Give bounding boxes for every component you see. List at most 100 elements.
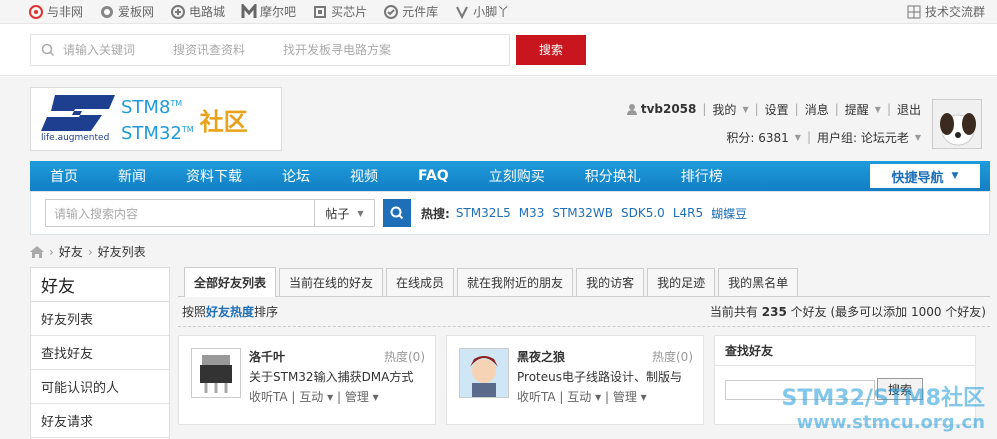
friend-name[interactable]: 洛千叶 bbox=[249, 348, 285, 365]
tab-online-friends[interactable]: 当前在线的好友 bbox=[279, 268, 384, 296]
manage-menu[interactable]: 管理 bbox=[613, 390, 637, 404]
site-logo[interactable]: life.augmented STM8TM STM32TM 社区 bbox=[30, 87, 282, 151]
nav-news[interactable]: 新闻 bbox=[98, 161, 166, 191]
friend-avatar[interactable] bbox=[191, 348, 241, 398]
messages-link[interactable]: 消息 bbox=[805, 101, 829, 118]
footprint-icon bbox=[456, 6, 468, 19]
manage-menu[interactable]: 管理 bbox=[345, 390, 369, 404]
hot-keyword[interactable]: STM32L5 bbox=[456, 206, 511, 220]
friend-status[interactable]: 关于STM32输入捕获DMA方式 bbox=[249, 368, 413, 385]
tech-group-link[interactable]: 技术交流群 bbox=[907, 3, 985, 20]
usergroup-link[interactable]: 用户组: 论坛元老 bbox=[817, 129, 909, 146]
friend-card: 黑夜之狼 热度(0) Proteus电子线路设计、制版与 收听TA | 互动 ▾… bbox=[446, 335, 704, 425]
watermark: STM32/STM8社区 www.stmcu.org.cn bbox=[781, 386, 985, 433]
hot-keyword[interactable]: SDK5.0 bbox=[621, 206, 665, 220]
nav-forum[interactable]: 论坛 bbox=[262, 161, 330, 191]
friend-card: 洛千叶 热度(0) 关于STM32输入捕获DMA方式 收听TA | 互动 ▾ |… bbox=[178, 335, 436, 425]
site-link-component[interactable]: 元件库 bbox=[383, 3, 438, 20]
caret-down-icon: ▼ bbox=[951, 171, 959, 181]
hot-keyword[interactable]: L4R5 bbox=[673, 206, 703, 220]
sort-by-heat-link[interactable]: 好友热度 bbox=[206, 305, 254, 319]
breadcrumb: › 好友 › 好友列表 bbox=[30, 243, 146, 260]
forum-search-input[interactable]: 请输入搜索内容 bbox=[45, 199, 315, 227]
hot-search: 热搜: STM32L5 M33 STM32WB SDK5.0 L4R5 蝴蝶豆 bbox=[421, 205, 748, 222]
list-info: 按照好友热度排序 当前共有 235 个好友 (最多可以添加 1000 个好友) bbox=[178, 297, 990, 327]
user-icon bbox=[626, 104, 637, 115]
nav-buy[interactable]: 立刻购买 bbox=[469, 161, 565, 191]
sidebar-item-friend-list[interactable]: 好友列表 bbox=[31, 302, 169, 336]
moore8-icon bbox=[241, 3, 257, 18]
sidebar-item-may-know[interactable]: 可能认识的人 bbox=[31, 370, 169, 404]
group-chat-icon bbox=[907, 5, 921, 18]
friend-name[interactable]: 黑夜之狼 bbox=[517, 348, 565, 365]
st-logo-icon: life.augmented bbox=[31, 89, 121, 149]
search-hint-info[interactable]: 搜资讯查资料 bbox=[173, 41, 245, 58]
sidebar-title: 好友 bbox=[31, 268, 169, 302]
site-link-aiban[interactable]: 爱板网 bbox=[99, 3, 154, 20]
breadcrumb-friends[interactable]: 好友 bbox=[59, 243, 83, 260]
aiban-icon bbox=[101, 5, 114, 18]
tab-visitors[interactable]: 我的访客 bbox=[576, 268, 645, 296]
nav-downloads[interactable]: 资料下载 bbox=[166, 161, 262, 191]
global-search-input[interactable]: 请输入关键词 搜资讯查资料 找开发板寻电路方案 bbox=[30, 33, 510, 66]
global-search-row: 请输入关键词 搜资讯查资料 找开发板寻电路方案 搜索 bbox=[0, 24, 997, 76]
tab-nearby-friends[interactable]: 就在我附近的朋友 bbox=[457, 268, 574, 296]
chip-avatar-image bbox=[200, 355, 232, 393]
username[interactable]: tvb2058 bbox=[641, 102, 697, 116]
main-nav: 首页 新闻 资料下载 论坛 视频 FAQ 立刻购买 积分换礼 排行榜 快捷导航 ▼ bbox=[30, 161, 990, 191]
forum-search-button[interactable] bbox=[383, 199, 411, 227]
remind-link[interactable]: 提醒 bbox=[845, 101, 869, 118]
avatar[interactable] bbox=[932, 99, 982, 149]
dianlucheng-icon bbox=[171, 4, 186, 19]
site-link-moore8[interactable]: 摩尔吧 bbox=[241, 3, 296, 20]
tab-blacklist[interactable]: 我的黑名单 bbox=[718, 268, 799, 296]
site-link-eefocus[interactable]: 与非网 bbox=[28, 3, 83, 20]
nav-points-gift[interactable]: 积分换礼 bbox=[565, 161, 661, 191]
nav-home[interactable]: 首页 bbox=[30, 161, 98, 191]
tab-online-members[interactable]: 在线成员 bbox=[386, 268, 455, 296]
site-link-chip[interactable]: 买芯片 bbox=[312, 3, 367, 20]
quick-nav-button[interactable]: 快捷导航 ▼ bbox=[870, 164, 980, 188]
friends-sidebar: 好友 好友列表 查找好友 可能认识的人 好友请求 bbox=[30, 267, 170, 439]
nav-faq[interactable]: FAQ bbox=[398, 161, 469, 191]
dog-avatar-image bbox=[933, 100, 981, 148]
breadcrumb-friend-list[interactable]: 好友列表 bbox=[98, 243, 146, 260]
anime-avatar-image bbox=[460, 349, 508, 397]
nav-video[interactable]: 视频 bbox=[330, 161, 398, 191]
friend-tabs: 全部好友列表 当前在线的好友 在线成员 就在我附近的朋友 我的访客 我的足迹 我… bbox=[178, 267, 990, 297]
find-friend-title: 查找好友 bbox=[715, 336, 975, 366]
search-placeholder: 请输入关键词 bbox=[63, 43, 136, 57]
eefocus-icon bbox=[29, 4, 43, 19]
friend-status[interactable]: Proteus电子线路设计、制版与 bbox=[517, 368, 682, 385]
hot-keyword[interactable]: STM32WB bbox=[552, 206, 613, 220]
site-link-dianlucheng[interactable]: 电路城 bbox=[170, 3, 225, 20]
hot-keyword[interactable]: 蝴蝶豆 bbox=[711, 205, 747, 222]
settings-link[interactable]: 设置 bbox=[765, 101, 789, 118]
site-link-footprint[interactable]: 小脚丫 bbox=[454, 3, 509, 20]
points-link[interactable]: 积分: 6381 bbox=[726, 129, 788, 146]
tab-all-friends[interactable]: 全部好友列表 bbox=[184, 267, 277, 297]
friend-avatar[interactable] bbox=[459, 348, 509, 398]
friend-count: 235 bbox=[761, 305, 787, 319]
search-icon bbox=[41, 43, 55, 56]
interact-menu[interactable]: 互动 bbox=[567, 390, 591, 404]
my-menu[interactable]: 我的 bbox=[712, 101, 736, 118]
tab-footprints[interactable]: 我的足迹 bbox=[647, 268, 716, 296]
global-search-button[interactable]: 搜索 bbox=[516, 34, 586, 65]
sidebar-item-friend-requests[interactable]: 好友请求 bbox=[31, 404, 169, 438]
follow-link[interactable]: 收听TA bbox=[249, 390, 288, 404]
hot-keyword[interactable]: M33 bbox=[519, 206, 545, 220]
search-type-select[interactable]: 帖子 ▼ bbox=[315, 199, 375, 227]
search-hint-board[interactable]: 找开发板寻电路方案 bbox=[283, 41, 391, 58]
home-icon[interactable] bbox=[30, 245, 44, 258]
sidebar-item-find-friends[interactable]: 查找好友 bbox=[31, 336, 169, 370]
search-icon bbox=[390, 206, 404, 220]
forum-search-bar: 请输入搜索内容 帖子 ▼ 热搜: STM32L5 M33 STM32WB SDK5… bbox=[30, 191, 990, 235]
follow-link[interactable]: 收听TA bbox=[517, 390, 556, 404]
user-panel: tvb2058 | 我的 ▼ | 设置 | 消息 | 提醒 ▼ | 退出 积分: 6381 ▼ |… bbox=[626, 99, 924, 147]
community-label: 社区 bbox=[199, 107, 248, 136]
logout-link[interactable]: 退出 bbox=[897, 101, 921, 118]
nav-ranking[interactable]: 排行榜 bbox=[661, 161, 743, 191]
interact-menu[interactable]: 互动 bbox=[299, 390, 323, 404]
component-icon bbox=[384, 4, 399, 19]
